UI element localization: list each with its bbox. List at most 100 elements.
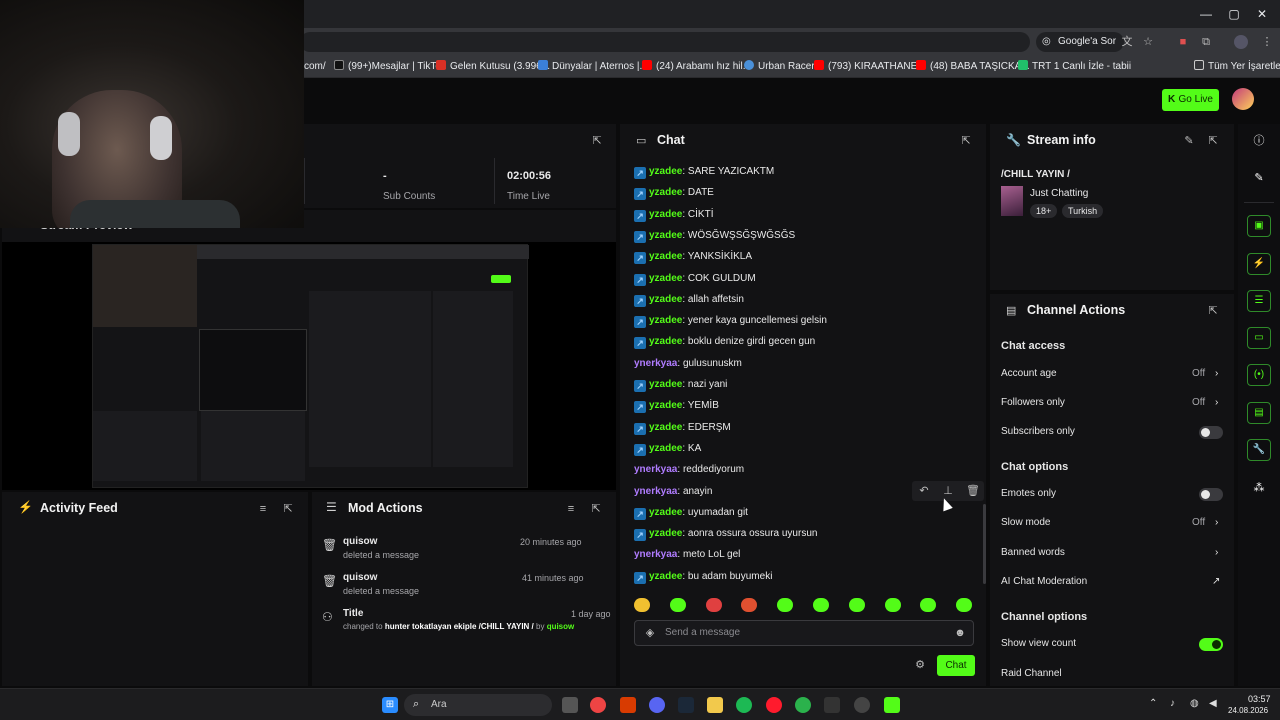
popout-icon[interactable]: ⇱	[589, 502, 603, 516]
taskbar-search[interactable]: ⌕ Ara	[404, 694, 552, 716]
bookmark-urban-racer[interactable]: Urban Racer	[744, 60, 815, 74]
bookmark-tiktok[interactable]: (99+)Mesajlar | TikTok	[334, 60, 446, 74]
windows-start-icon[interactable]: ⊞	[382, 697, 398, 713]
emote-icon[interactable]	[920, 598, 937, 612]
filter-icon[interactable]: ≡	[256, 502, 270, 516]
popout-icon[interactable]: ⇱	[1206, 134, 1220, 148]
star-icon[interactable]: ☆	[1141, 35, 1155, 49]
sidebar-wrench-icon[interactable]: 🔧	[1247, 439, 1271, 461]
chat-username[interactable]: yzadee	[649, 528, 682, 539]
raid-channel-row[interactable]: Raid Channel	[1001, 668, 1062, 679]
chrome-icon[interactable]	[590, 697, 606, 713]
chat-username[interactable]: ynerkyaa	[634, 358, 677, 369]
chat-username[interactable]: yzadee	[649, 507, 682, 518]
kick-icon[interactable]	[884, 697, 900, 713]
chat-message[interactable]: ynerkyaa: anayin	[634, 484, 712, 500]
network-icon[interactable]: ◍	[1190, 698, 1199, 709]
obs-icon[interactable]	[854, 697, 870, 713]
chat-username[interactable]: yzadee	[649, 187, 682, 198]
chat-message[interactable]: ↗ yzadee: SARE YAZICAKTM	[634, 164, 774, 180]
account-age-row[interactable]: Account age Off ›	[1001, 368, 1225, 379]
sidebar-chat-icon[interactable]: ▭	[1247, 327, 1271, 349]
file-explorer-icon[interactable]	[707, 697, 723, 713]
bookmark-url-fragment[interactable]: com/	[304, 60, 326, 74]
clock-date[interactable]: 24.08.2026	[1228, 706, 1268, 715]
all-bookmarks[interactable]: Tüm Yer İşaretleri	[1194, 60, 1280, 74]
ai-moderation-row[interactable]: AI Chat Moderation ↗	[1001, 576, 1225, 587]
task-view-icon[interactable]	[562, 697, 578, 713]
popout-icon[interactable]: ⇱	[590, 134, 604, 148]
go-live-button[interactable]: K Go Live	[1162, 89, 1219, 111]
delete-icon[interactable]: 🗑	[966, 484, 980, 498]
chat-username[interactable]: yzadee	[649, 230, 682, 241]
chat-username[interactable]: yzadee	[649, 273, 682, 284]
chat-message[interactable]: ↗ yzadee: nazi yani	[634, 377, 727, 393]
emote-icon[interactable]	[705, 598, 722, 612]
chat-message[interactable]: ↗ yzadee: DATE	[634, 185, 714, 201]
steam-icon[interactable]	[678, 697, 694, 713]
emotes-only-toggle[interactable]	[1199, 488, 1223, 501]
chat-username[interactable]: yzadee	[649, 379, 682, 390]
discord-icon[interactable]	[649, 697, 665, 713]
bookmark-youtube-3[interactable]: (48) BABA TAŞICKA...	[916, 60, 1030, 74]
popout-icon[interactable]: ⇱	[959, 134, 973, 148]
bookmark-youtube-1[interactable]: (24) Arabamı hız hil...	[642, 60, 751, 74]
extension-icon[interactable]: ■	[1176, 35, 1190, 49]
bookmark-trt[interactable]: TRT 1 Canlı İzle - tabii	[1018, 60, 1131, 74]
emote-icon[interactable]	[884, 598, 901, 612]
volume-icon[interactable]: ◀	[1209, 698, 1217, 709]
send-chat-button[interactable]: Chat	[937, 655, 975, 676]
maximize-button[interactable]: ▢	[1226, 6, 1242, 22]
app-icon[interactable]	[795, 697, 811, 713]
emote-icon[interactable]	[634, 598, 650, 612]
undo-icon[interactable]: ↶	[917, 484, 931, 498]
chat-message[interactable]: ↗ yzadee: aonra ossura ossura uyursun	[634, 526, 817, 542]
chat-message[interactable]: ↗ yzadee: uyumadan git	[634, 505, 748, 521]
chat-username[interactable]: yzadee	[649, 209, 682, 220]
chat-message[interactable]: ynerkyaa: gulusunuskm	[634, 356, 742, 372]
chat-message[interactable]: ↗ yzadee: CİKTİ	[634, 207, 713, 223]
minimize-button[interactable]: —	[1198, 6, 1214, 22]
emote-icon[interactable]	[669, 598, 686, 612]
chat-username[interactable]: yzadee	[649, 251, 682, 262]
chat-username[interactable]: yzadee	[649, 294, 682, 305]
sidebar-server-icon[interactable]: ▤	[1247, 402, 1271, 424]
chat-message[interactable]: ↗ yzadee: KA	[634, 441, 701, 457]
store-icon[interactable]	[620, 697, 636, 713]
chat-message[interactable]: ↗ yzadee: yener kaya guncellemesi gelsin	[634, 313, 827, 329]
emote-icon[interactable]	[777, 598, 794, 612]
chat-scrollbar[interactable]	[983, 504, 986, 584]
chat-username[interactable]: ynerkyaa	[634, 486, 677, 497]
user-avatar[interactable]	[1232, 88, 1254, 110]
sidebar-preview-icon[interactable]: ▣	[1247, 215, 1271, 237]
chat-message[interactable]: ↗ yzadee: allah affetsin	[634, 292, 744, 308]
chat-input[interactable]: ◈ Send a message ☻	[634, 620, 974, 646]
bookmark-youtube-2[interactable]: (793) KIRAATHANE...	[814, 60, 926, 74]
puzzle-icon[interactable]: ⧉	[1199, 35, 1213, 49]
connections-icon[interactable]: ⁂	[1252, 481, 1266, 495]
sidebar-broadcast-icon[interactable]: (•)	[1247, 364, 1271, 386]
emoji-icon[interactable]: ☻	[953, 626, 967, 640]
chat-message[interactable]: ↗ yzadee: WÖSĞWŞSĞŞWĞSĞS	[634, 228, 795, 244]
chat-username[interactable]: yzadee	[649, 400, 682, 411]
clock-time[interactable]: 03:57	[1248, 694, 1271, 704]
emote-icon[interactable]	[956, 598, 973, 612]
show-view-count-toggle[interactable]	[1199, 638, 1223, 651]
chat-message[interactable]: ynerkyaa: reddediyorum	[634, 462, 744, 478]
info-icon[interactable]: ⓘ	[1252, 134, 1266, 148]
chat-username[interactable]: yzadee	[649, 422, 682, 433]
bookmark-gmail[interactable]: Gelen Kutusu (3.996...	[436, 60, 550, 74]
edit-pencil-icon[interactable]: ✎	[1182, 134, 1196, 148]
chat-username[interactable]: yzadee	[649, 336, 682, 347]
menu-dots-icon[interactable]: ⋮	[1260, 35, 1274, 49]
chat-message[interactable]: ↗ yzadee: YANKSİKİKLA	[634, 249, 752, 265]
edit-pencil-icon[interactable]: ✎	[1252, 171, 1266, 185]
profile-avatar[interactable]	[1234, 35, 1248, 49]
chat-username[interactable]: ynerkyaa	[634, 464, 677, 475]
chat-message[interactable]: ↗ yzadee: boklu denize girdi gecen gun	[634, 334, 815, 350]
emote-icon[interactable]	[741, 598, 758, 612]
opera-icon[interactable]	[766, 697, 782, 713]
slow-mode-row[interactable]: Slow mode Off ›	[1001, 517, 1225, 528]
chat-message[interactable]: ↗ yzadee: bu adam buyumeki	[634, 569, 772, 585]
bookmark-aternos[interactable]: Dünyalar | Aternos |...	[538, 60, 648, 74]
